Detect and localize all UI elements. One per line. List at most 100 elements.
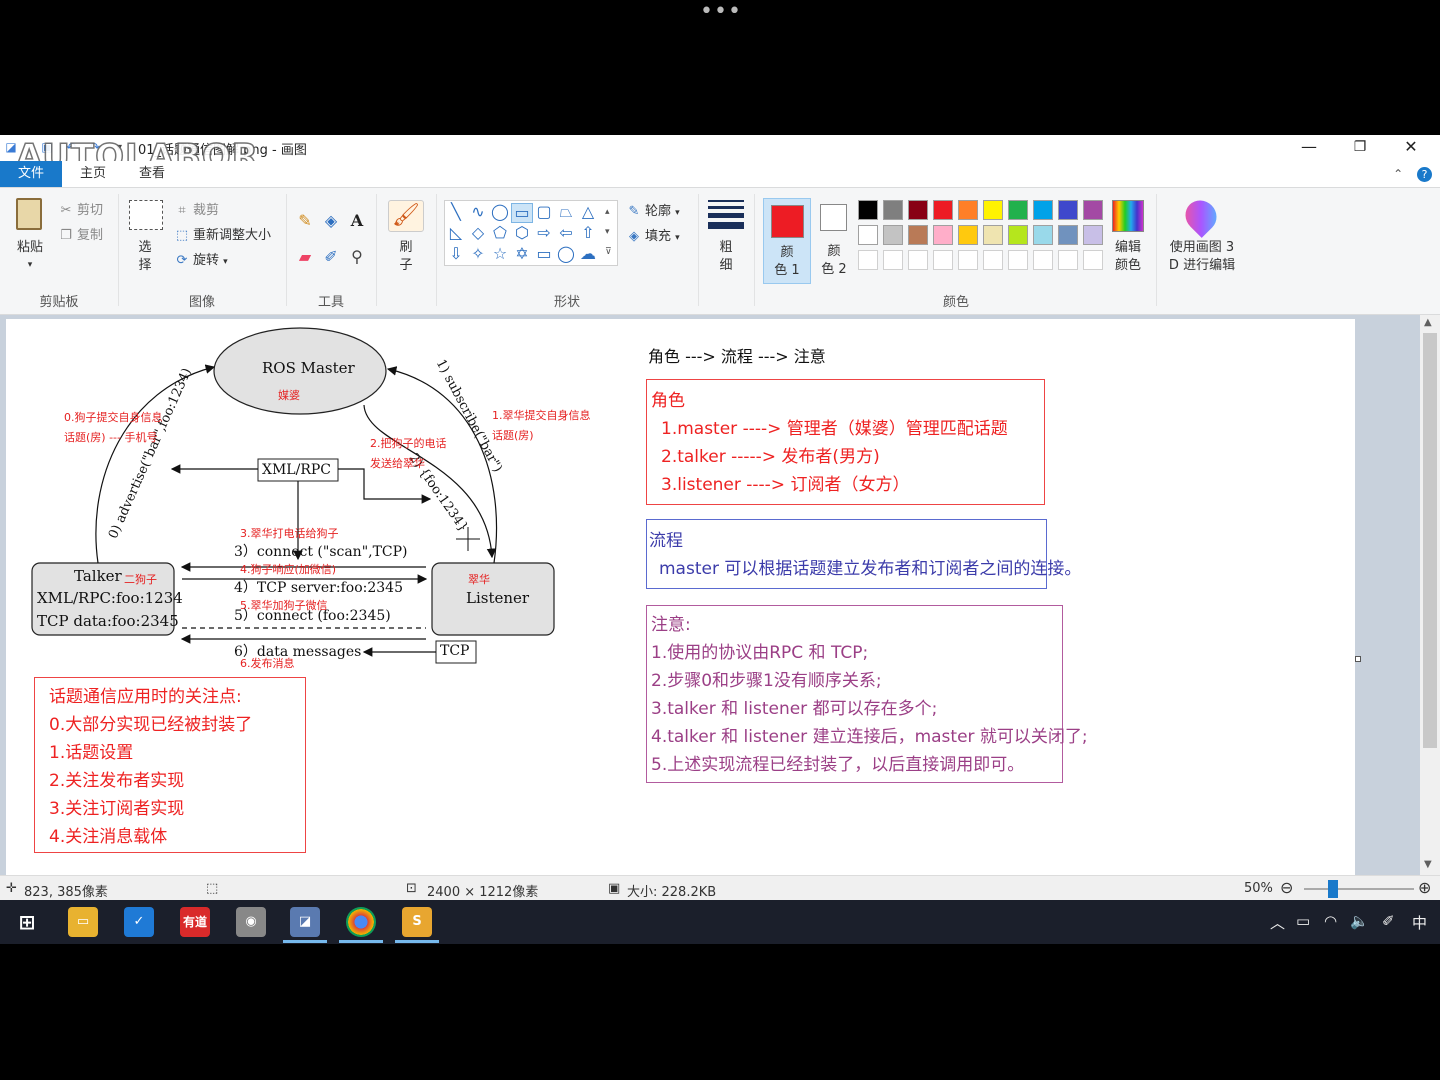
select-button[interactable]: 选 择 <box>128 200 164 280</box>
chrome-icon[interactable] <box>346 907 376 937</box>
rectangle-shape-icon[interactable]: ▭ <box>511 203 533 223</box>
hexagon-shape-icon[interactable]: ⬡ <box>511 224 533 242</box>
left-arrow-shape-icon[interactable]: ⇦ <box>555 224 577 242</box>
show-hidden-icons-icon[interactable]: ︿ <box>1270 912 1285 933</box>
top-overflow-dots[interactable]: ••• <box>700 1 741 24</box>
zoom-in-icon[interactable]: ⊕ <box>1418 878 1431 897</box>
fill-button[interactable]: ◈ 填充 ▾ <box>626 225 680 244</box>
shapes-gallery[interactable]: ╲ ∿ ◯ ▭ ▢ ⏢ △ ◺ ◇ ⬠ ⬡ ⇨ ⇦ ⇧ ⇩ ✧ ☆ ✡ ▭ ◯ <box>444 200 618 266</box>
crop-button[interactable]: ⌗ 裁剪 <box>174 199 219 218</box>
color1-button[interactable]: 颜 色 1 <box>763 198 811 284</box>
palette-swatch[interactable] <box>1083 225 1103 245</box>
cut-button[interactable]: ✂ 剪切 <box>58 199 103 218</box>
vertical-scrollbar[interactable]: ▲ ▼ <box>1420 315 1440 875</box>
callout-cloud-icon[interactable]: ☁ <box>577 245 599 263</box>
callout-oval-icon[interactable]: ◯ <box>555 245 577 263</box>
zoom-out-icon[interactable]: ⊖ <box>1280 878 1293 897</box>
tab-file[interactable]: 文件 <box>0 161 62 187</box>
palette-swatch[interactable] <box>883 225 903 245</box>
scroll-down-icon[interactable]: ▼ <box>1424 859 1432 870</box>
text-tool-icon[interactable]: A <box>346 212 368 230</box>
custom-palette-slot[interactable] <box>1008 250 1028 270</box>
oval-shape-icon[interactable]: ◯ <box>489 203 511 221</box>
zoom-slider-thumb[interactable] <box>1328 880 1338 898</box>
sublime-text-icon[interactable]: S <box>402 907 432 937</box>
ime-indicator[interactable]: 中 <box>1412 912 1427 933</box>
palette-swatch[interactable] <box>1033 200 1053 220</box>
palette-swatch[interactable] <box>1008 225 1028 245</box>
line-shape-icon[interactable]: ╲ <box>445 203 467 221</box>
pen-icon[interactable]: ✐ <box>1382 912 1395 930</box>
custom-palette-slot[interactable] <box>983 250 1003 270</box>
palette-swatch[interactable] <box>883 200 903 220</box>
shapes-scroll-up-icon[interactable]: ▴ <box>605 207 610 217</box>
paste-button[interactable]: 粘贴 ▾ <box>12 198 48 278</box>
brushes-button[interactable]: 🖌 刷 子 <box>386 200 426 280</box>
fill-bucket-icon[interactable]: ◈ <box>320 212 342 230</box>
custom-palette-slot[interactable] <box>1058 250 1078 270</box>
eraser-icon[interactable]: ▰ <box>294 248 316 266</box>
pencil-icon[interactable]: ✎ <box>294 212 316 230</box>
shapes-scroll-down-icon[interactable]: ▾ <box>605 227 610 237</box>
custom-palette-slot[interactable] <box>858 250 878 270</box>
down-arrow-shape-icon[interactable]: ⇩ <box>445 245 467 263</box>
windows-start-icon[interactable]: ⊞ <box>12 907 42 937</box>
shapes-expand-icon[interactable]: ⊽ <box>605 247 612 257</box>
magnifier-icon[interactable]: ⚲ <box>346 248 368 266</box>
triangle-shape-icon[interactable]: △ <box>577 203 599 221</box>
palette-swatch[interactable] <box>858 225 878 245</box>
color2-button[interactable]: 颜 色 2 <box>812 198 856 284</box>
collapse-ribbon-icon[interactable]: ⌃ <box>1393 167 1403 181</box>
diamond-shape-icon[interactable]: ◇ <box>467 224 489 242</box>
palette-swatch[interactable] <box>908 225 928 245</box>
custom-palette-slot[interactable] <box>933 250 953 270</box>
palette-swatch[interactable] <box>958 225 978 245</box>
palette-swatch[interactable] <box>908 200 928 220</box>
palette-swatch[interactable] <box>983 225 1003 245</box>
color-picker-icon[interactable]: ✐ <box>320 248 342 266</box>
paint-active-icon[interactable]: ◪ <box>290 907 320 937</box>
battery-icon[interactable]: ▭ <box>1296 912 1310 930</box>
palette-swatch[interactable] <box>1058 225 1078 245</box>
palette-swatch[interactable] <box>1033 225 1053 245</box>
feishu-app-icon[interactable]: ✓ <box>124 907 154 937</box>
tab-view[interactable]: 查看 <box>139 161 165 187</box>
wifi-icon[interactable]: ◠ <box>1324 912 1337 930</box>
polygon-shape-icon[interactable]: ⏢ <box>555 203 577 221</box>
custom-palette-slot[interactable] <box>958 250 978 270</box>
image-canvas[interactable]: ROS Master 媒婆 Talker 二狗子 XML/RPC:foo:123… <box>6 319 1355 875</box>
zoom-slider[interactable] <box>1304 880 1414 898</box>
canvas-area[interactable]: ROS Master 媒婆 Talker 二狗子 XML/RPC:foo:123… <box>0 315 1420 875</box>
palette-swatch[interactable] <box>933 200 953 220</box>
outline-button[interactable]: ✎ 轮廓 ▾ <box>626 200 680 219</box>
palette-swatch[interactable] <box>1008 200 1028 220</box>
curve-shape-icon[interactable]: ∿ <box>467 203 489 221</box>
palette-swatch[interactable] <box>1058 200 1078 220</box>
restore-button[interactable]: ❐ <box>1337 135 1383 161</box>
six-point-star-icon[interactable]: ✡ <box>511 245 533 263</box>
file-explorer-icon[interactable]: ▭ <box>68 907 98 937</box>
custom-palette-slot[interactable] <box>1083 250 1103 270</box>
custom-palette-slot[interactable] <box>883 250 903 270</box>
scrollbar-thumb[interactable] <box>1423 333 1437 748</box>
palette-swatch[interactable] <box>1083 200 1103 220</box>
up-arrow-shape-icon[interactable]: ⇧ <box>577 224 599 242</box>
close-button[interactable]: ✕ <box>1388 135 1434 161</box>
canvas-resize-handle[interactable] <box>1355 656 1361 662</box>
size-button[interactable]: 粗 细 <box>706 200 746 280</box>
right-arrow-shape-icon[interactable]: ⇨ <box>533 224 555 242</box>
edit-colors-button[interactable]: 编辑 颜色 <box>1108 200 1148 284</box>
scroll-up-icon[interactable]: ▲ <box>1424 317 1432 328</box>
rounded-rectangle-shape-icon[interactable]: ▢ <box>533 203 555 221</box>
palette-swatch[interactable] <box>858 200 878 220</box>
help-icon[interactable]: ? <box>1417 167 1432 182</box>
edit-with-paint3d-button[interactable]: 使用画图 3 D 进行编辑 <box>1164 194 1240 284</box>
custom-palette-slot[interactable] <box>1033 250 1053 270</box>
palette-swatch[interactable] <box>958 200 978 220</box>
four-point-star-icon[interactable]: ✧ <box>467 245 489 263</box>
resize-button[interactable]: ⬚ 重新调整大小 <box>174 224 271 243</box>
copy-button[interactable]: ❐ 复制 <box>58 224 103 243</box>
five-point-star-icon[interactable]: ☆ <box>489 245 511 263</box>
right-triangle-shape-icon[interactable]: ◺ <box>445 224 467 242</box>
paint-app-icon[interactable]: ◉ <box>236 907 266 937</box>
